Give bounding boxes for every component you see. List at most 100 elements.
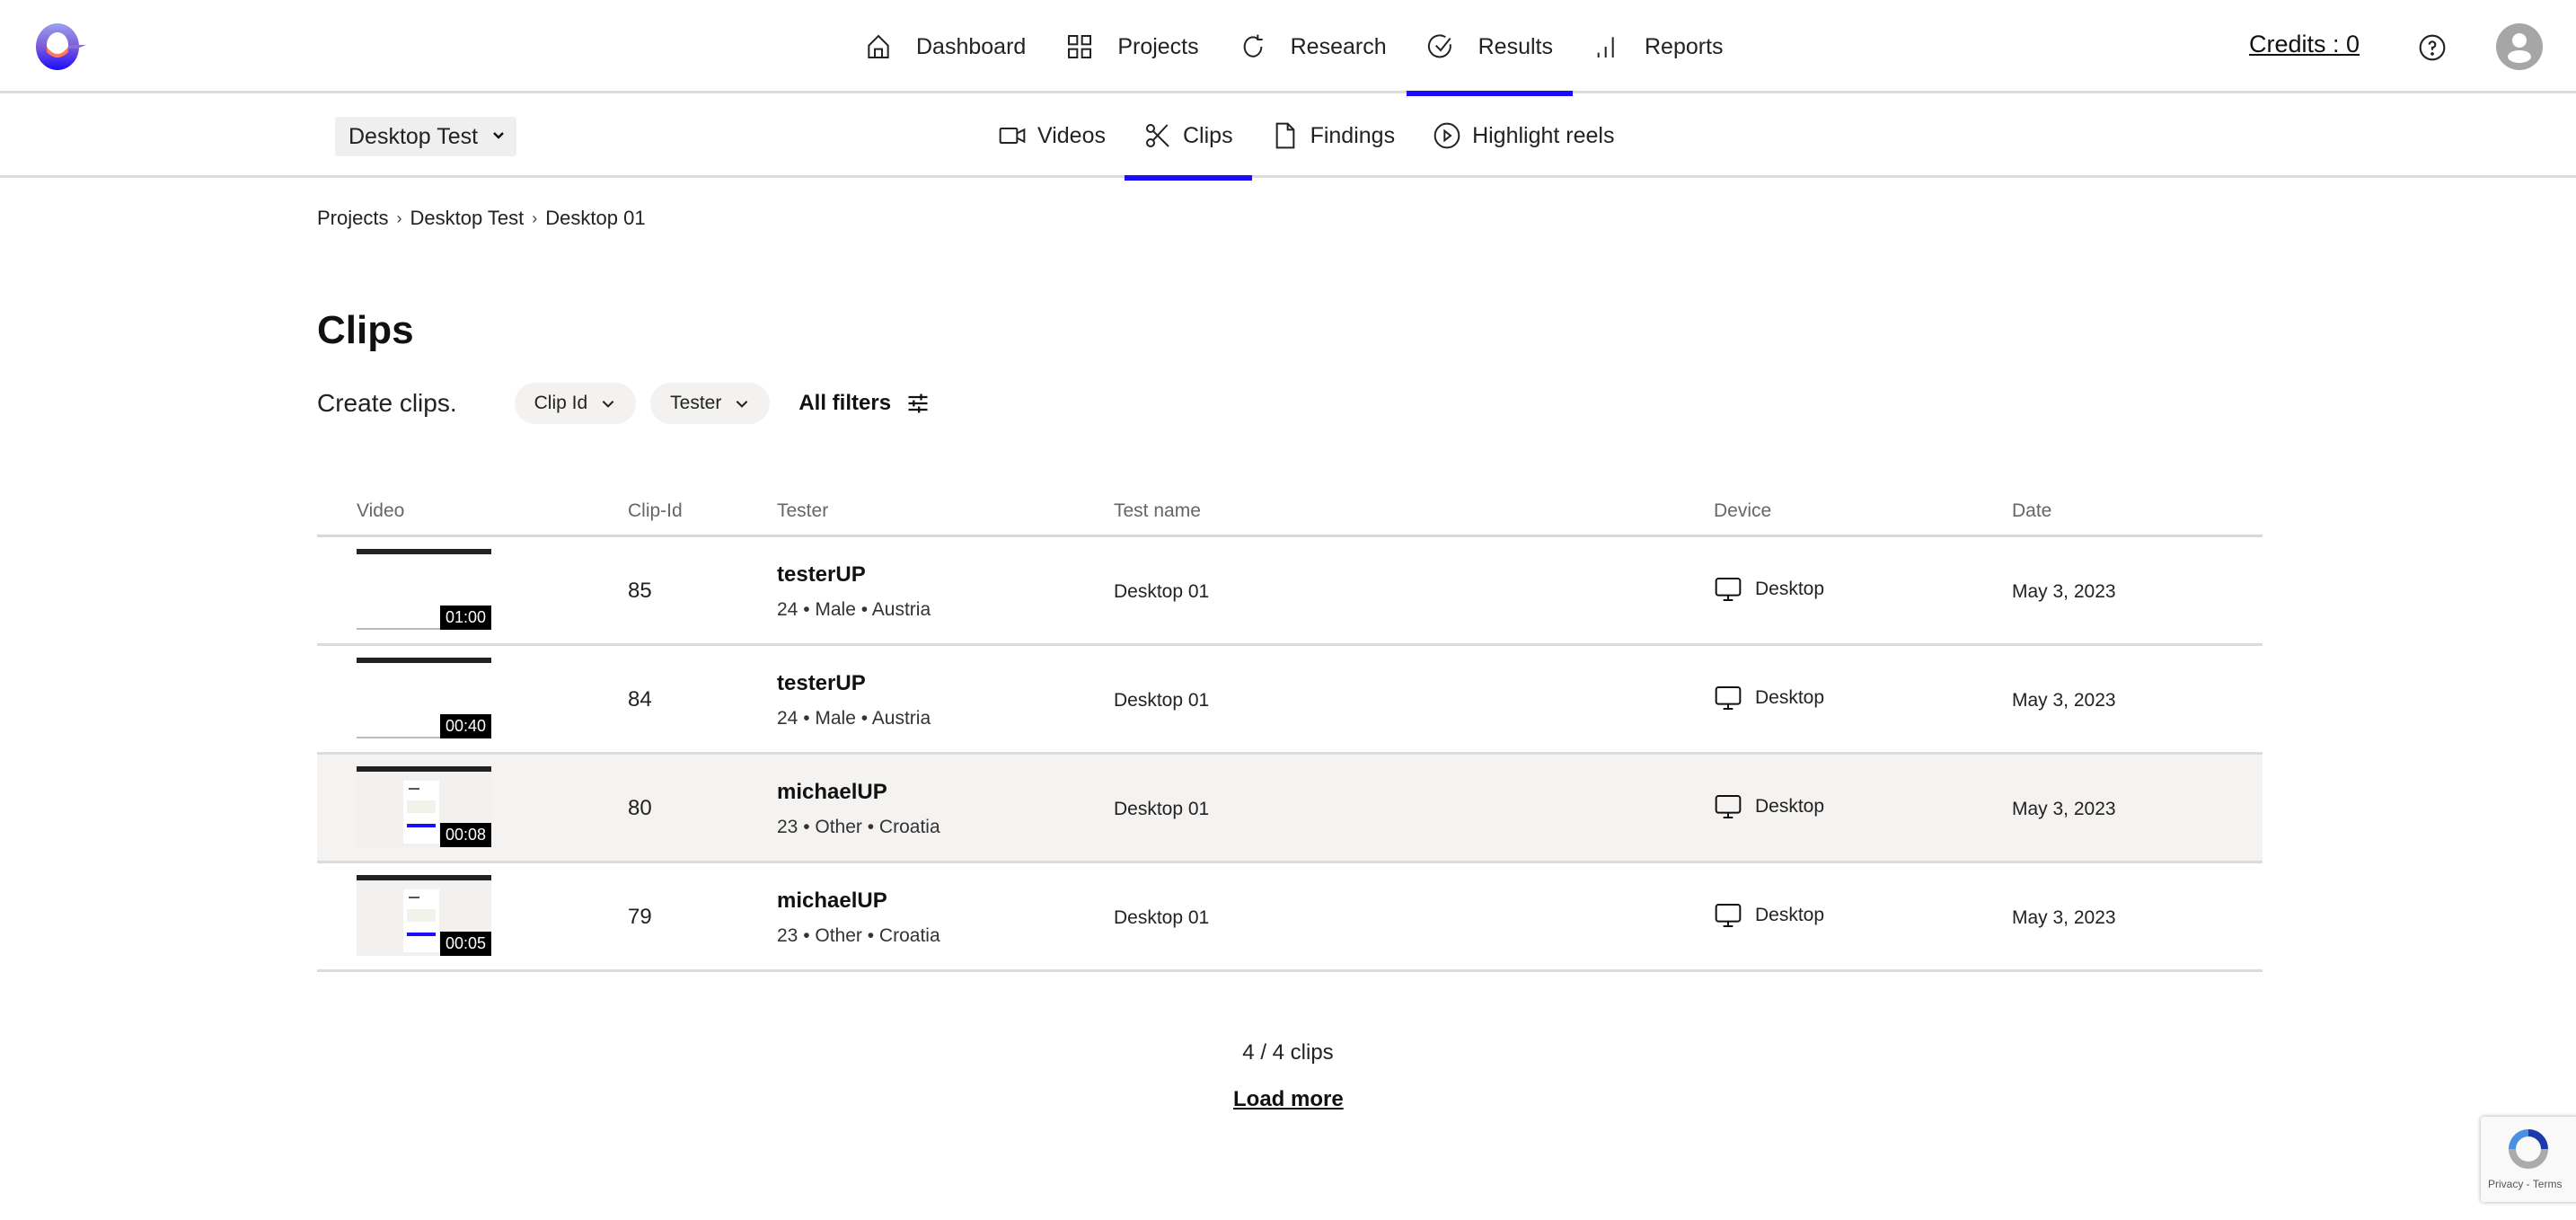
test-name: Desktop 01	[1114, 907, 1210, 928]
video-thumbnail[interactable]: 00:40	[357, 658, 491, 738]
tester-meta: 24 • Male • Austria	[777, 599, 931, 620]
nav-projects[interactable]: Projects	[1045, 0, 1218, 93]
table-row[interactable]: 00:08 80 michaelUP 23 • Other • Croatia …	[317, 755, 2263, 863]
tester-meta: 23 • Other • Croatia	[777, 817, 940, 837]
desktop-monitor-icon	[1715, 578, 1742, 601]
thumbnail-browser-bar	[357, 766, 491, 772]
test-name: Desktop 01	[1114, 690, 1210, 711]
device-label: Desktop	[1755, 687, 1825, 708]
video-thumbnail-cell: 00:08	[357, 766, 491, 847]
breadcrumb-projects[interactable]: Projects	[317, 207, 388, 230]
document-icon	[1275, 122, 1294, 149]
thumbnail-page-preview	[403, 781, 439, 844]
tab-findings[interactable]: Findings	[1252, 93, 1415, 178]
tab-videos[interactable]: Videos	[979, 93, 1125, 178]
user-avatar-icon[interactable]	[2496, 23, 2543, 70]
help-circle-icon[interactable]	[2418, 33, 2447, 62]
filter-tester-label: Tester	[670, 393, 722, 413]
table-row[interactable]: 00:05 79 michaelUP 23 • Other • Croatia …	[317, 863, 2263, 972]
video-thumbnail-cell: 01:00	[357, 549, 491, 630]
table-row[interactable]: 00:40 84 testerUP 24 • Male • Austria De…	[317, 646, 2263, 755]
column-tester[interactable]: Tester	[777, 500, 828, 522]
breadcrumb-desktop-01[interactable]: Desktop 01	[545, 207, 645, 230]
video-icon	[999, 128, 1026, 144]
breadcrumb: Projects › Desktop Test › Desktop 01	[317, 207, 646, 230]
clip-date: May 3, 2023	[2012, 907, 2116, 928]
breadcrumb-desktop-test[interactable]: Desktop Test	[410, 207, 524, 230]
thumbnail-browser-bar	[357, 658, 491, 663]
filter-bar: Create clips. Clip Id Tester All filters	[317, 383, 931, 424]
clip-date: May 3, 2023	[2012, 799, 2116, 819]
chevron-down-icon	[737, 401, 748, 408]
column-date[interactable]: Date	[2012, 500, 2051, 522]
column-test-name[interactable]: Test name	[1114, 500, 1201, 522]
tester-name[interactable]: michaelUP	[777, 780, 940, 805]
filter-tester[interactable]: Tester	[650, 383, 771, 424]
device-cell: Desktop	[1714, 792, 1824, 821]
test-name: Desktop 01	[1114, 581, 1210, 602]
column-video[interactable]: Video	[357, 500, 404, 522]
top-navigation: Dashboard Projects Research Results Repo…	[0, 0, 2576, 96]
video-thumbnail[interactable]: 00:05	[357, 875, 491, 956]
thumbnail-browser-bar	[357, 875, 491, 880]
desktop-monitor-icon	[1715, 795, 1742, 818]
device-label: Desktop	[1755, 796, 1825, 817]
tester-name[interactable]: michaelUP	[777, 888, 940, 914]
tab-highlight-reels[interactable]: Highlight reels	[1414, 93, 1633, 178]
nav-dashboard[interactable]: Dashboard	[844, 0, 1045, 93]
nav-reports-label: Reports	[1645, 33, 1724, 59]
tester-cell: testerUP 24 • Male • Austria	[777, 671, 931, 729]
video-thumbnail[interactable]: 01:00	[357, 549, 491, 630]
column-device[interactable]: Device	[1714, 500, 1771, 522]
tester-cell: testerUP 24 • Male • Austria	[777, 562, 931, 621]
filter-clip-id-label: Clip Id	[534, 393, 588, 413]
project-select[interactable]: Desktop Test	[335, 117, 516, 156]
thumbnail-browser-bar	[357, 549, 491, 554]
table-row[interactable]: 01:00 85 testerUP 24 • Male • Austria De…	[317, 537, 2263, 646]
tab-clips[interactable]: Clips	[1125, 93, 1252, 181]
desktop-monitor-icon	[1715, 686, 1742, 710]
filter-clip-id[interactable]: Clip Id	[514, 383, 637, 424]
recaptcha-links[interactable]: Privacy - Terms	[2488, 1178, 2562, 1190]
results-tabs: Videos Clips Findings Highlight reels	[979, 93, 1634, 181]
nav-research[interactable]: Research	[1219, 0, 1407, 93]
tab-videos-label: Videos	[1037, 122, 1106, 148]
project-select-value: Desktop Test	[348, 123, 479, 149]
nav-reports[interactable]: Reports	[1573, 0, 1743, 93]
device-cell: Desktop	[1714, 684, 1824, 712]
app-logo[interactable]	[32, 22, 88, 72]
grid-icon	[1068, 35, 1092, 58]
tester-name[interactable]: testerUP	[777, 562, 931, 588]
nav-projects-label: Projects	[1117, 33, 1199, 59]
clip-id: 85	[628, 579, 652, 603]
tester-cell: michaelUP 23 • Other • Croatia	[777, 780, 940, 838]
clips-table: Video Clip-Id Tester Test name Device Da…	[317, 485, 2263, 972]
recaptcha-badge[interactable]: Privacy - Terms	[2481, 1117, 2576, 1202]
breadcrumb-separator: ›	[396, 208, 402, 227]
tab-clips-label: Clips	[1183, 122, 1233, 148]
clip-id: 80	[628, 796, 652, 820]
all-filters-button[interactable]: All filters	[798, 391, 931, 416]
credits-link[interactable]: Credits : 0	[2249, 31, 2360, 58]
load-more-button[interactable]: Load more	[1233, 1087, 1344, 1112]
device-cell: Desktop	[1714, 901, 1824, 930]
column-clip-id[interactable]: Clip-Id	[628, 500, 683, 522]
device-label: Desktop	[1755, 905, 1825, 925]
home-icon	[868, 34, 889, 58]
sub-navigation: Desktop Test Videos Clips Findings Highl…	[0, 93, 2576, 181]
device-label: Desktop	[1755, 579, 1825, 599]
nav-results-label: Results	[1478, 33, 1553, 59]
tester-name[interactable]: testerUP	[777, 671, 931, 696]
tester-meta: 23 • Other • Croatia	[777, 925, 940, 946]
nav-results[interactable]: Results	[1406, 0, 1574, 96]
nav-research-label: Research	[1290, 33, 1387, 59]
page-subtitle: Create clips.	[317, 389, 457, 417]
sliders-icon	[908, 393, 928, 413]
bar-chart-icon	[1597, 37, 1614, 57]
scissors-icon	[1146, 124, 1169, 147]
tester-meta: 24 • Male • Austria	[777, 708, 931, 729]
breadcrumb-separator: ›	[532, 208, 538, 227]
video-duration: 00:05	[439, 932, 491, 956]
video-thumbnail[interactable]: 00:08	[357, 766, 491, 847]
video-duration: 01:00	[439, 606, 491, 630]
